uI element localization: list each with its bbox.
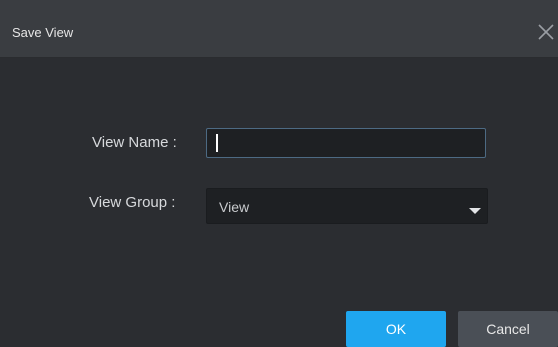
cancel-button[interactable]: Cancel [458, 311, 558, 347]
dialog-title: Save View [12, 25, 74, 40]
view-group-selected-value: View [219, 199, 250, 215]
text-caret [216, 134, 218, 152]
view-group-label: View Group : [89, 194, 176, 211]
view-name-label: View Name : [92, 134, 177, 151]
view-name-input[interactable] [206, 128, 486, 158]
dialog-titlebar: Save View [0, 0, 558, 58]
view-group-select[interactable]: View [206, 188, 488, 224]
ok-button[interactable]: OK [346, 311, 446, 347]
close-icon[interactable] [534, 20, 558, 44]
save-view-dialog: Save View View Name : View Group : View … [0, 0, 558, 347]
chevron-down-icon [469, 202, 481, 214]
